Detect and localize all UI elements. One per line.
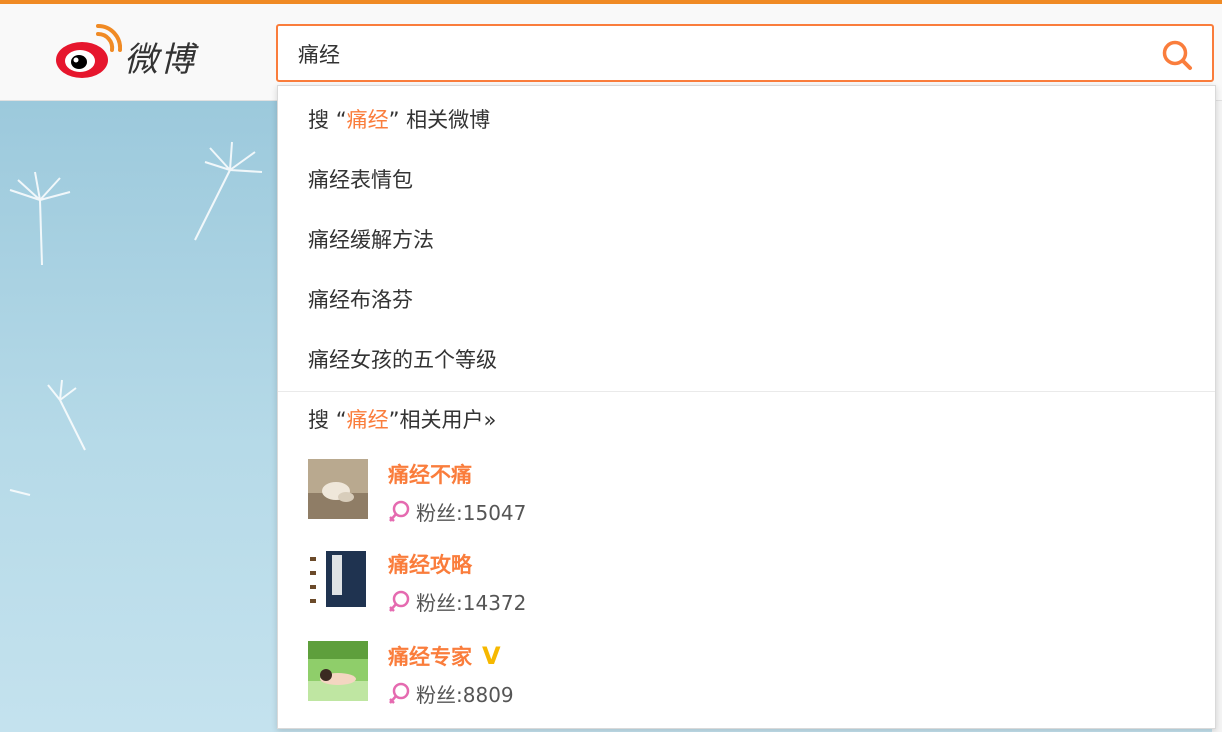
fans-label: 粉丝: [416,683,463,707]
suggestion-item[interactable]: 痛经缓解方法 [308,220,434,260]
weibo-logo[interactable]: 微博 [54,24,224,82]
fans-value: 8809 [462,683,514,707]
close-quote: ” [388,408,400,432]
user-result[interactable]: 痛经专家 V 粉丝:8809 [308,641,1188,713]
dropdown-divider [278,391,1215,392]
search-icon[interactable] [1160,38,1194,72]
suggestion-item[interactable]: 痛经表情包 [308,160,413,200]
fans-count: 粉丝:14372 [388,587,526,616]
user-name-text: 痛经专家 [388,645,472,669]
search-suffix: 相关用户» [399,408,497,432]
avatar[interactable] [308,549,368,609]
search-input[interactable] [296,40,1140,68]
fans-value: 14372 [462,591,527,615]
fan-icon [389,590,410,612]
fans-count: 粉丝:15047 [388,497,526,526]
open-quote: “ [335,108,347,132]
fan-icon [389,500,410,522]
weibo-logo-icon [56,24,122,78]
fans-label: 粉丝: [416,591,463,615]
search-users-suggestion[interactable]: 搜 “痛经”相关用户» [308,400,496,440]
fans-count: 粉丝:8809 [388,679,514,708]
fans-label: 粉丝: [416,501,463,525]
user-name[interactable]: 痛经攻略 [388,549,472,579]
avatar[interactable] [308,459,368,519]
close-quote: ” [388,108,400,132]
avatar[interactable] [308,641,368,701]
suggestion-item[interactable]: 痛经女孩的五个等级 [308,340,497,380]
search-prefix: 搜 [308,108,329,132]
highlight-keyword: 痛经 [346,408,389,432]
user-result[interactable]: 痛经攻略 粉丝:14372 [308,549,1188,621]
highlight-keyword: 痛经 [346,108,389,132]
fan-icon [389,682,410,704]
search-suggestion-dropdown: 搜 “痛经” 相关微博 痛经表情包 痛经缓解方法 痛经布洛芬 痛经女孩的五个等级… [277,85,1216,729]
open-quote: “ [335,408,347,432]
search-weibo-suggestion[interactable]: 搜 “痛经” 相关微博 [308,100,490,140]
user-name[interactable]: 痛经专家 V [388,641,501,671]
fans-value: 15047 [462,501,527,525]
user-result[interactable]: 痛经不痛 粉丝:15047 [308,459,1188,531]
logo-text: 微博 [124,40,196,80]
search-suffix: 相关微博 [406,108,491,132]
search-prefix: 搜 [308,408,329,432]
user-name[interactable]: 痛经不痛 [388,459,472,489]
verified-icon: V [482,642,501,670]
search-box[interactable] [276,24,1214,82]
suggestion-item[interactable]: 痛经布洛芬 [308,280,413,320]
